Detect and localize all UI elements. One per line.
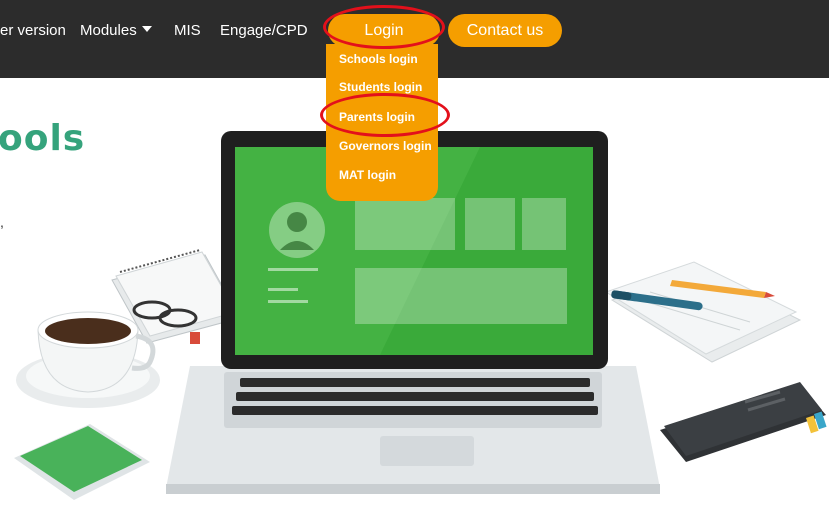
glasses-icon bbox=[132, 300, 198, 328]
parents-login-link[interactable]: Parents login bbox=[339, 110, 415, 124]
pencil-icon bbox=[670, 280, 775, 298]
hero-text-fragment: , bbox=[0, 214, 4, 230]
nav-mis-link[interactable]: MIS bbox=[174, 17, 201, 45]
pen-icon bbox=[611, 290, 703, 311]
nav-engage-cpd-link[interactable]: Engage/CPD bbox=[220, 17, 308, 45]
hero-title: ools bbox=[0, 118, 86, 159]
notepad-icon bbox=[111, 249, 241, 344]
login-dropdown-menu: Schools login Students login Parents log… bbox=[326, 44, 438, 201]
phone-icon bbox=[14, 424, 150, 500]
students-login-link[interactable]: Students login bbox=[339, 80, 422, 94]
login-button[interactable]: Login bbox=[328, 14, 440, 47]
notebook-icon bbox=[660, 382, 827, 462]
nav-modules-dropdown[interactable]: Modules bbox=[80, 17, 152, 45]
contact-us-button[interactable]: Contact us bbox=[448, 14, 562, 47]
paper-sheets-icon bbox=[604, 261, 802, 363]
nav-newer-version-link[interactable]: er version bbox=[0, 17, 66, 45]
governors-login-link[interactable]: Governors login bbox=[339, 139, 432, 153]
nav-modules-label: Modules bbox=[80, 22, 137, 39]
mat-login-link[interactable]: MAT login bbox=[339, 168, 396, 182]
schools-login-link[interactable]: Schools login bbox=[339, 52, 418, 66]
coffee-cup-icon bbox=[16, 311, 160, 408]
caret-down-icon bbox=[141, 26, 152, 33]
